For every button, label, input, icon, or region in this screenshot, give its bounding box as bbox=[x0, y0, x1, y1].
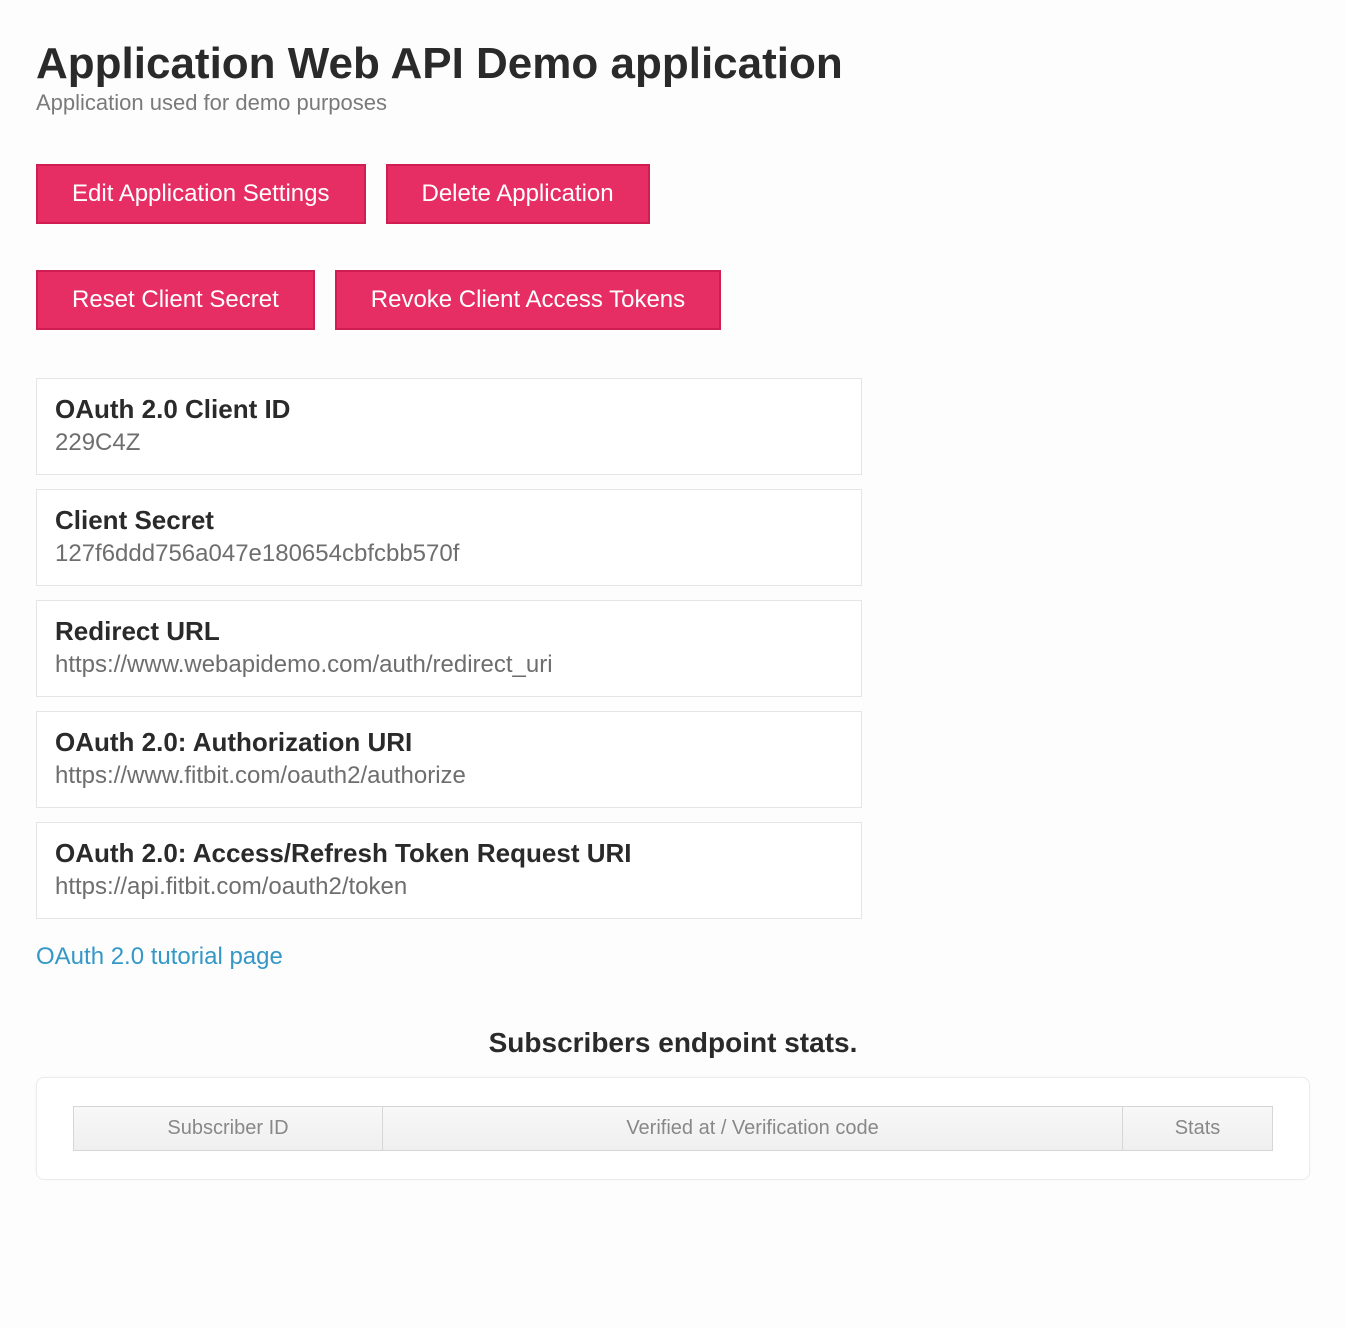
info-card-client-id: OAuth 2.0 Client ID 229C4Z bbox=[36, 378, 862, 475]
page-subtitle: Application used for demo purposes bbox=[36, 90, 1310, 116]
table-header-row: Subscriber ID Verified at / Verification… bbox=[73, 1106, 1273, 1151]
revoke-client-access-tokens-button[interactable]: Revoke Client Access Tokens bbox=[335, 270, 721, 330]
info-label: Redirect URL bbox=[55, 615, 843, 649]
info-value: 127f6ddd756a047e180654cbfcbb570f bbox=[55, 538, 843, 569]
subscribers-stats-heading: Subscribers endpoint stats. bbox=[36, 1027, 1310, 1059]
info-label: OAuth 2.0: Access/Refresh Token Request … bbox=[55, 837, 843, 871]
info-card-authorization-uri: OAuth 2.0: Authorization URI https://www… bbox=[36, 711, 862, 808]
info-value: 229C4Z bbox=[55, 427, 843, 458]
subscribers-stats-panel: Subscriber ID Verified at / Verification… bbox=[36, 1077, 1310, 1180]
column-header-subscriber-id: Subscriber ID bbox=[73, 1106, 383, 1151]
oauth-tutorial-link[interactable]: OAuth 2.0 tutorial page bbox=[36, 943, 283, 971]
info-value: https://www.fitbit.com/oauth2/authorize bbox=[55, 760, 843, 791]
info-card-client-secret: Client Secret 127f6ddd756a047e180654cbfc… bbox=[36, 489, 862, 586]
info-label: Client Secret bbox=[55, 504, 843, 538]
info-card-group: OAuth 2.0 Client ID 229C4Z Client Secret… bbox=[36, 378, 862, 919]
page-title: Application Web API Demo application bbox=[36, 40, 1310, 88]
reset-client-secret-button[interactable]: Reset Client Secret bbox=[36, 270, 315, 330]
button-row-primary: Edit Application Settings Delete Applica… bbox=[36, 164, 1310, 224]
column-header-verified: Verified at / Verification code bbox=[383, 1106, 1123, 1151]
subscribers-stats-table: Subscriber ID Verified at / Verification… bbox=[73, 1106, 1273, 1151]
info-label: OAuth 2.0 Client ID bbox=[55, 393, 843, 427]
button-row-secondary: Reset Client Secret Revoke Client Access… bbox=[36, 270, 1310, 330]
delete-application-button[interactable]: Delete Application bbox=[386, 164, 650, 224]
info-value: https://www.webapidemo.com/auth/redirect… bbox=[55, 649, 843, 680]
column-header-stats: Stats bbox=[1123, 1106, 1273, 1151]
info-value: https://api.fitbit.com/oauth2/token bbox=[55, 871, 843, 902]
info-card-redirect-url: Redirect URL https://www.webapidemo.com/… bbox=[36, 600, 862, 697]
info-card-token-request-uri: OAuth 2.0: Access/Refresh Token Request … bbox=[36, 822, 862, 919]
edit-application-settings-button[interactable]: Edit Application Settings bbox=[36, 164, 366, 224]
info-label: OAuth 2.0: Authorization URI bbox=[55, 726, 843, 760]
